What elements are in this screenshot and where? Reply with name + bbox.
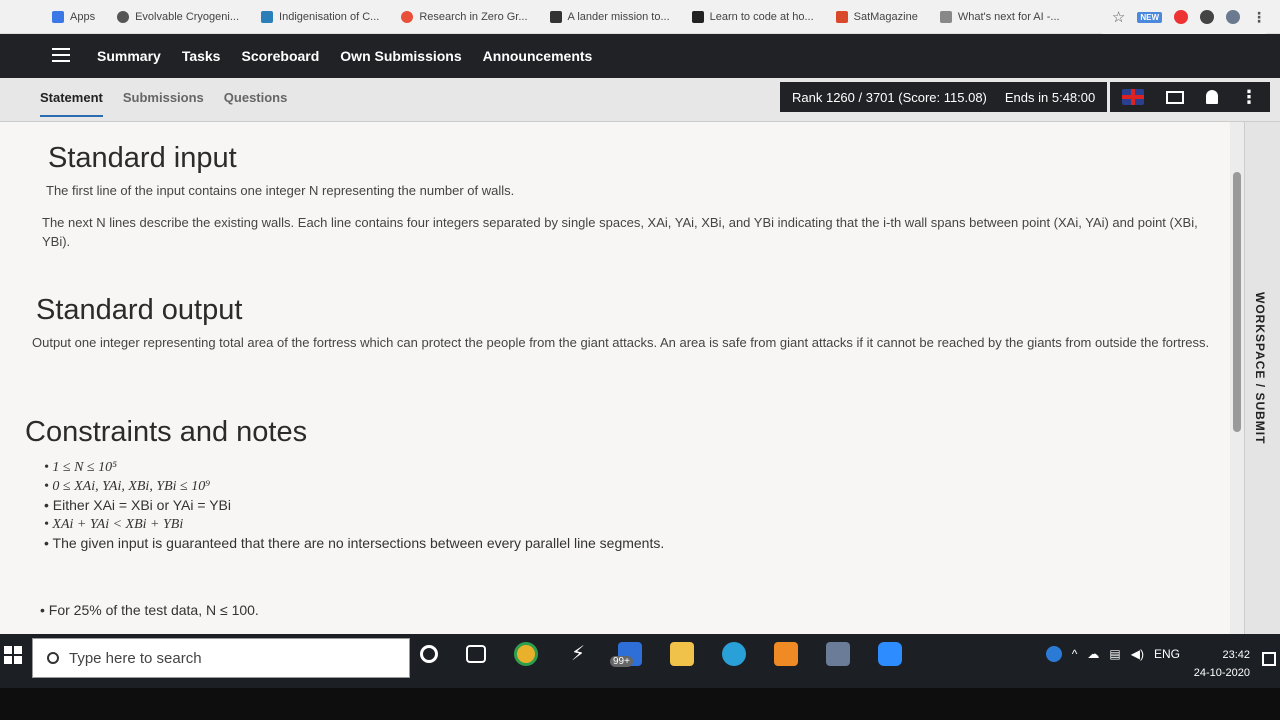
language-indicator[interactable]: ENG — [1154, 647, 1180, 661]
contest-navbar: Summary Tasks Scoreboard Own Submissions… — [0, 34, 1280, 78]
bookmark-whats-next-ai[interactable]: What's next for AI -... — [939, 10, 1060, 23]
clock-time: 23:42 — [1222, 649, 1250, 661]
tab-submissions[interactable]: Submissions — [123, 90, 204, 117]
bookmark-star-icon[interactable]: ☆ — [1112, 8, 1125, 26]
input-description-2: The next N lines describe the existing w… — [42, 215, 1198, 249]
nav-summary[interactable]: Summary — [97, 48, 161, 64]
nav-tasks[interactable]: Tasks — [182, 48, 221, 64]
browser-menu-icon[interactable]: ⋮ — [1252, 9, 1266, 26]
mail-icon[interactable] — [1166, 90, 1184, 104]
volume-icon[interactable]: ◀) — [1131, 647, 1144, 661]
lightning-app-icon[interactable]: ⚡ — [566, 642, 590, 666]
problem-statement: Standard input The first line of the inp… — [0, 122, 1244, 634]
nav-own-submissions[interactable]: Own Submissions — [340, 48, 461, 64]
bookmark-research[interactable]: Research in Zero Gr... — [401, 10, 528, 23]
scrollbar-thumb[interactable] — [1233, 172, 1241, 432]
zoom-icon[interactable] — [878, 642, 902, 666]
hamburger-menu-icon[interactable] — [52, 48, 70, 62]
notification-icon[interactable] — [1262, 652, 1276, 666]
test-data-item: For 25% of the test data, N ≤ 100. — [40, 602, 259, 618]
bookmark-indigenisation[interactable]: Indigenisation of C... — [261, 10, 379, 23]
content-scrollbar[interactable]: ▲ — [1230, 122, 1244, 634]
windows-start-icon[interactable] — [4, 646, 22, 664]
puzzle-icon[interactable] — [1200, 10, 1214, 24]
edge-icon[interactable] — [722, 642, 746, 666]
windows-taskbar: Type here to search ⚡ 99+ ^ ☁ ▤ ◀) ENG 2… — [0, 634, 1280, 688]
network-icon[interactable]: ▤ — [1109, 647, 1120, 661]
taskbar-search-box[interactable]: Type here to search — [32, 638, 410, 678]
apps-grid-icon — [52, 10, 64, 23]
bookmark-satmagazine[interactable]: SatMagazine — [835, 10, 918, 23]
language-flag-icon[interactable] — [1122, 89, 1144, 105]
search-placeholder: Type here to search — [69, 649, 202, 667]
tab-statement[interactable]: Statement — [40, 90, 103, 117]
standard-input-heading: Standard input — [48, 142, 237, 174]
tab-questions[interactable]: Questions — [224, 90, 288, 117]
site-icon — [939, 10, 952, 23]
help-icon[interactable] — [1045, 646, 1062, 662]
site-icon — [261, 10, 274, 23]
task-view-icon[interactable] — [466, 645, 486, 663]
more-options-icon[interactable]: ⋮ — [1240, 88, 1258, 106]
rank-status: Rank 1260 / 3701 (Score: 115.08) Ends in… — [780, 82, 1108, 112]
user-actions: ⋮ — [1110, 82, 1270, 112]
nav-scoreboard[interactable]: Scoreboard — [241, 48, 319, 64]
bookmark-apps[interactable]: Apps — [52, 10, 95, 23]
site-icon — [401, 10, 414, 23]
site-icon — [835, 10, 848, 23]
chevron-up-icon[interactable]: ^ — [1072, 647, 1078, 661]
statement-tabs-bar: Statement Submissions Questions Rank 126… — [0, 78, 1280, 122]
mail-app-icon[interactable]: 99+ — [610, 642, 642, 667]
clock-date: 24-10-2020 — [1193, 667, 1250, 679]
rank-text: Rank 1260 / 3701 (Score: 115.08) — [792, 89, 987, 105]
bookmark-lander[interactable]: A lander mission to... — [549, 10, 670, 23]
constraint-item: Either XAi = XBi or YAi = YBi — [44, 496, 664, 515]
profile-avatar-icon[interactable] — [1226, 10, 1240, 24]
site-icon — [117, 10, 130, 23]
extension-icon[interactable] — [1174, 10, 1188, 24]
constraints-heading: Constraints and notes — [25, 416, 308, 448]
constraint-item: XAi + YAi < XBi + YBi — [44, 515, 664, 534]
workspace-submit-label[interactable]: WORKSPACE / SUBMIT — [1253, 292, 1267, 444]
standard-output-heading: Standard output — [36, 294, 243, 326]
time-remaining: Ends in 5:48:00 — [1004, 89, 1096, 105]
bookmark-learn-code[interactable]: Learn to code at ho... — [691, 10, 814, 23]
new-badge[interactable]: NEW — [1137, 11, 1162, 23]
constraint-item: 0 ≤ XAi, YAi, XBi, YBi ≤ 10⁹ — [44, 477, 664, 496]
file-explorer-icon[interactable] — [670, 642, 694, 666]
constraints-list: 1 ≤ N ≤ 10⁵ 0 ≤ XAi, YAi, XBi, YBi ≤ 10⁹… — [44, 458, 664, 553]
toolbar-right: ☆ NEW ⋮ — [1101, 0, 1266, 34]
system-tray: ^ ☁ ▤ ◀) ENG — [1045, 646, 1180, 662]
screen-bezel — [0, 688, 1280, 720]
constraint-item: The given input is guaranteed that there… — [44, 534, 665, 553]
input-description-1: The first line of the input contains one… — [46, 183, 515, 198]
chrome-icon[interactable] — [514, 642, 538, 666]
taskbar-clock[interactable]: 23:42 24-10-2020 — [1194, 646, 1250, 682]
app-icon[interactable] — [826, 642, 850, 666]
taskbar-apps: ⚡ 99+ — [420, 642, 902, 667]
constraint-item: 1 ≤ N ≤ 10⁵ — [44, 458, 664, 477]
cortana-icon[interactable] — [420, 645, 438, 663]
bookmark-evolvable[interactable]: Evolvable Cryogeni... — [117, 10, 239, 23]
bell-icon[interactable] — [1206, 90, 1218, 104]
site-icon — [691, 10, 704, 23]
test-data-list: For 25% of the test data, N ≤ 100. — [40, 602, 259, 618]
site-icon — [549, 10, 562, 23]
unread-badge: 99+ — [610, 656, 633, 667]
cloud-icon[interactable]: ☁ — [1087, 647, 1099, 661]
sublime-icon[interactable] — [774, 642, 798, 666]
search-icon — [47, 652, 59, 664]
nav-announcements[interactable]: Announcements — [483, 48, 593, 64]
output-description: Output one integer representing total ar… — [32, 335, 1210, 350]
bookmarks-bar: Apps Evolvable Cryogeni... Indigenisatio… — [0, 0, 1280, 34]
workspace-submit-rail[interactable]: WORKSPACE / SUBMIT — [1244, 122, 1280, 634]
